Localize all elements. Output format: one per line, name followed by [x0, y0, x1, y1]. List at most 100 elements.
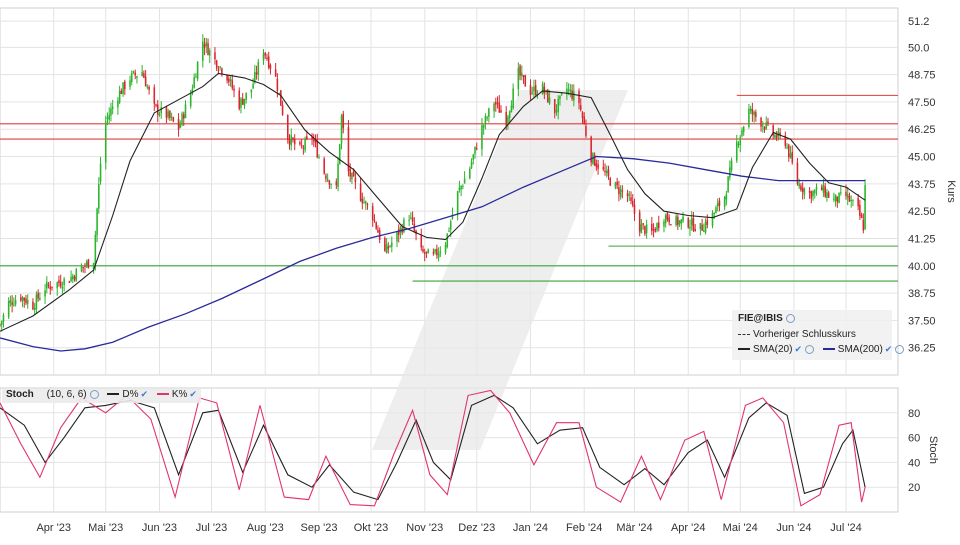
candle-body	[11, 302, 13, 305]
candle-body	[644, 226, 646, 234]
candle-body	[803, 188, 806, 195]
candle-body	[614, 182, 617, 188]
candle-body	[642, 223, 644, 225]
candle-body	[290, 135, 293, 146]
candle-body	[463, 178, 466, 184]
candle-body	[94, 234, 97, 264]
candle-body	[182, 114, 185, 119]
candle-body	[160, 107, 163, 114]
candle-body	[692, 218, 695, 231]
candle-body	[25, 298, 27, 304]
candle-body	[385, 244, 388, 254]
candle-body	[555, 110, 558, 112]
candle-body	[482, 125, 485, 128]
candle-body	[304, 138, 306, 151]
candle-body	[243, 98, 246, 106]
candle-body	[657, 222, 660, 229]
candle-body	[607, 169, 610, 176]
candle-body	[196, 61, 199, 79]
candle-body	[146, 86, 149, 88]
check-icon[interactable]: ✔	[885, 344, 893, 354]
candle-body	[420, 234, 423, 248]
candle-body	[585, 125, 587, 136]
candle-body	[423, 252, 426, 255]
candle-body	[153, 87, 156, 104]
candle-body	[663, 221, 665, 227]
candle-body	[761, 125, 764, 127]
candle-body	[631, 200, 634, 206]
candle-body	[427, 249, 429, 254]
candle-body	[384, 237, 386, 251]
candle-body	[134, 72, 137, 76]
candle-body	[469, 168, 471, 179]
candle-body	[328, 180, 331, 185]
candle-body	[122, 82, 124, 94]
candle-body	[231, 80, 234, 89]
candle-body	[820, 187, 823, 191]
candle-body	[148, 86, 150, 90]
gear-icon[interactable]	[785, 313, 795, 323]
candle-body	[522, 75, 525, 77]
sma20-swatch	[738, 348, 750, 351]
candle-body	[49, 286, 52, 290]
candle-body	[508, 111, 511, 119]
candle-body	[472, 154, 475, 160]
candle-body	[848, 195, 851, 202]
candle-body	[408, 219, 410, 221]
candle-body	[203, 44, 206, 48]
candle-body	[716, 203, 719, 207]
candle-body	[444, 244, 447, 253]
y-tick-label: 45.00	[908, 152, 936, 164]
candle-body	[760, 117, 762, 127]
candle-body	[132, 71, 135, 73]
candle-body	[664, 215, 667, 224]
check-icon[interactable]: ✔	[794, 344, 802, 354]
x-tick-label: Aug '23	[247, 522, 284, 534]
candle-body	[124, 81, 126, 90]
candle-body	[774, 134, 776, 138]
candle-body	[529, 85, 532, 95]
candle-body	[689, 226, 691, 229]
candle-body	[110, 108, 112, 116]
candle-body	[106, 117, 109, 119]
gear-icon[interactable]	[895, 344, 905, 354]
x-tick-label: Nov '23	[406, 522, 443, 534]
candle-body	[826, 192, 828, 198]
candle-body	[221, 68, 223, 75]
candle-body	[20, 297, 22, 301]
candle-body	[666, 213, 669, 220]
candle-body	[169, 111, 171, 119]
gear-icon[interactable]	[805, 344, 814, 354]
gear-icon[interactable]	[89, 389, 99, 399]
candle-body	[852, 200, 854, 202]
candle-body	[267, 56, 270, 68]
y-tick-label: 38.75	[908, 288, 936, 300]
candle-body	[170, 116, 173, 118]
candle-body	[656, 223, 658, 231]
candle-body	[496, 102, 499, 104]
candle-body	[862, 219, 865, 231]
candle-body	[618, 186, 620, 195]
candle-body	[569, 89, 572, 92]
candle-body	[840, 192, 842, 194]
candle-body	[812, 191, 814, 197]
candle-body	[120, 90, 123, 94]
candle-body	[456, 191, 459, 214]
candle-body	[458, 187, 461, 190]
y-tick-label: 51.2	[908, 16, 929, 28]
candle-body	[834, 194, 837, 202]
check-icon[interactable]: ✔	[189, 389, 197, 399]
candle-body	[363, 201, 365, 204]
candle-body	[300, 145, 303, 147]
candle-body	[44, 290, 46, 297]
candle-body	[56, 282, 58, 289]
stoch-tick-label: 40	[908, 457, 920, 469]
stoch-params: (10, 6, 6)	[46, 389, 87, 400]
candle-body	[240, 98, 242, 108]
candle-body	[85, 261, 88, 266]
x-tick-label: Apr '23	[36, 522, 71, 534]
candle-body	[410, 217, 412, 219]
check-icon[interactable]: ✔	[141, 389, 149, 399]
candle-body	[703, 230, 705, 233]
candle-body	[59, 281, 62, 287]
